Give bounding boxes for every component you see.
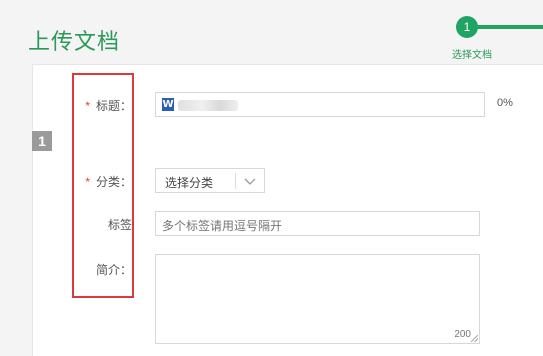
upload-stepper: 1 选择文档 (452, 12, 543, 62)
step-label: 选择文档 (452, 50, 492, 61)
step-progress-line (476, 25, 543, 29)
upload-progress: 0% (497, 97, 513, 109)
category-select[interactable]: 选择分类 (155, 168, 265, 193)
tags-input[interactable] (155, 211, 480, 236)
chevron-down-icon (244, 178, 256, 185)
section-number-badge: 1 (32, 131, 52, 151)
resize-handle[interactable] (471, 335, 478, 342)
page-title: 上传文档 (28, 29, 121, 54)
char-limit-counter: 200 (454, 329, 471, 340)
intro-textarea[interactable]: 200 (155, 254, 480, 344)
title-input[interactable]: W (155, 92, 485, 117)
select-divider (235, 173, 236, 189)
word-doc-icon: W (162, 98, 174, 111)
category-selected-value: 选择分类 (165, 176, 214, 190)
annotation-highlight-box (72, 73, 134, 298)
step-circle: 1 (456, 16, 478, 38)
blurred-filename (178, 100, 238, 111)
